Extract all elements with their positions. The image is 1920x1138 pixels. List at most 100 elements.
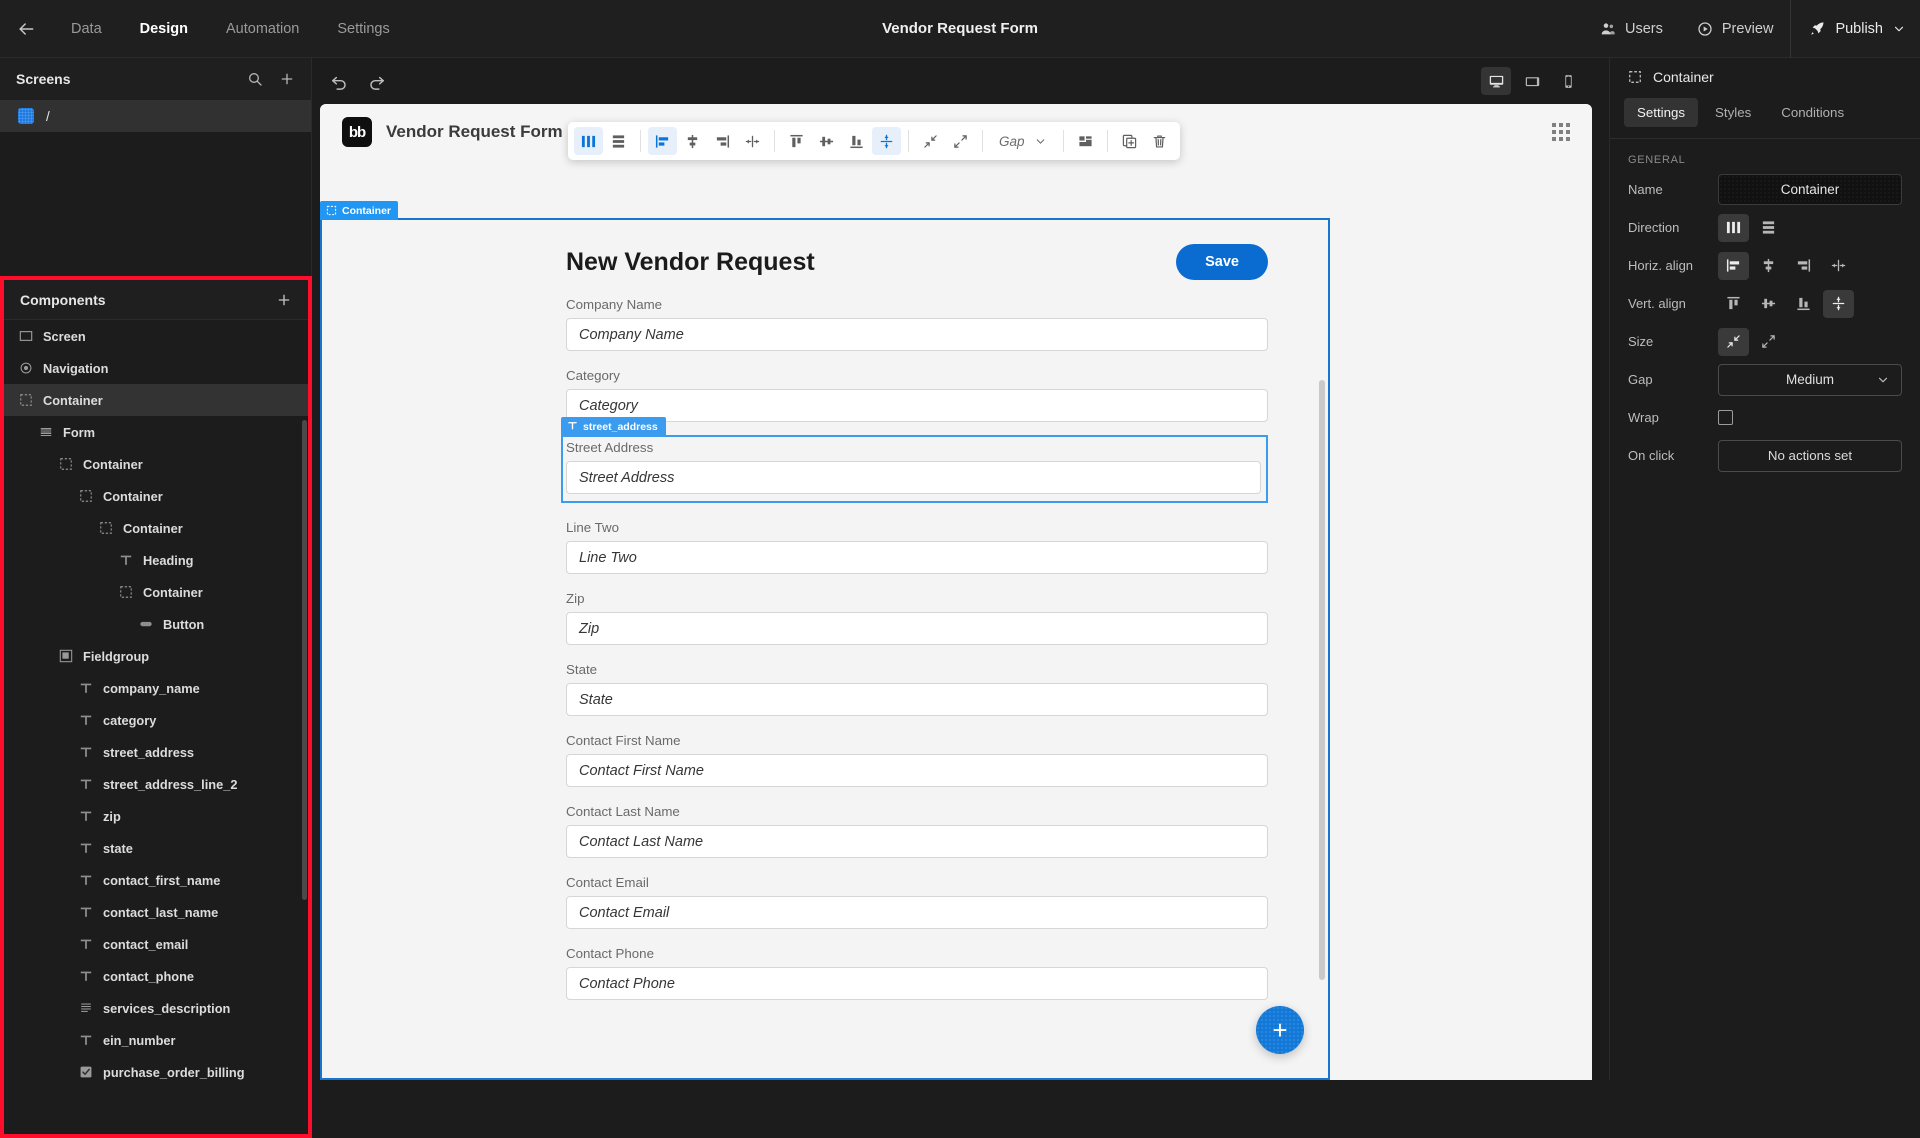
gap-select[interactable]: Medium xyxy=(1718,364,1902,396)
tree-item-navigation-1[interactable]: Navigation xyxy=(4,352,308,384)
align-middle-icon[interactable] xyxy=(1753,290,1784,318)
tree-item-container-5[interactable]: Container xyxy=(4,480,308,512)
desktop-icon[interactable] xyxy=(1481,67,1511,95)
field-input[interactable]: Zip xyxy=(566,612,1268,645)
nav-tab-design[interactable]: Design xyxy=(121,0,207,58)
screen-item-root[interactable]: / xyxy=(0,100,311,132)
align-left-icon[interactable] xyxy=(1718,252,1749,280)
users-button[interactable]: Users xyxy=(1583,0,1680,58)
nav-tab-settings[interactable]: Settings xyxy=(318,0,408,58)
tree-item-ein-number-22[interactable]: ein_number xyxy=(4,1024,308,1056)
tree-item-category-12[interactable]: category xyxy=(4,704,308,736)
tree-item-street-address-line-2-14[interactable]: street_address_line_2 xyxy=(4,768,308,800)
add-component-fab[interactable]: + xyxy=(1256,1006,1304,1054)
onclick-action-button[interactable]: No actions set xyxy=(1718,440,1902,472)
align-middle-icon[interactable] xyxy=(812,127,841,155)
trash-icon[interactable] xyxy=(1145,127,1174,155)
field-input[interactable]: Street Address xyxy=(566,461,1261,494)
tree-item-services-description-21[interactable]: services_description xyxy=(4,992,308,1024)
tree-item-fieldgroup-10[interactable]: Fieldgroup xyxy=(4,640,308,672)
redo-icon[interactable] xyxy=(367,72,386,91)
search-icon[interactable] xyxy=(247,71,263,87)
align-top-icon[interactable] xyxy=(782,127,811,155)
distribute-vertical-icon[interactable] xyxy=(872,127,901,155)
distribute-horizontal-icon[interactable] xyxy=(738,127,767,155)
form-scrollbar[interactable] xyxy=(1319,380,1325,980)
gap-dropdown[interactable]: Gap xyxy=(990,127,1056,155)
form-field-contact-phone[interactable]: Contact PhoneContact Phone xyxy=(566,946,1268,1000)
tablet-icon[interactable] xyxy=(1517,67,1547,95)
align-right-icon[interactable] xyxy=(708,127,737,155)
tree-item-button-9[interactable]: Button xyxy=(4,608,308,640)
form-field-contact-first-name[interactable]: Contact First NameContact First Name xyxy=(566,733,1268,787)
tree-item-heading-7[interactable]: Heading xyxy=(4,544,308,576)
tree-item-contact-phone-20[interactable]: contact_phone xyxy=(4,960,308,992)
direction-horizontal-icon[interactable] xyxy=(574,127,603,155)
app-grid-icon[interactable] xyxy=(1552,123,1570,141)
direction-vertical-icon[interactable] xyxy=(1753,214,1784,242)
undo-icon[interactable] xyxy=(330,72,349,91)
preview-button[interactable]: Preview xyxy=(1680,0,1791,58)
shrink-icon[interactable] xyxy=(1718,328,1749,356)
form-field-state[interactable]: StateState xyxy=(566,662,1268,716)
field-input[interactable]: Line Two xyxy=(566,541,1268,574)
duplicate-icon[interactable] xyxy=(1115,127,1144,155)
align-bottom-icon[interactable] xyxy=(1788,290,1819,318)
direction-vertical-icon[interactable] xyxy=(604,127,633,155)
align-left-icon[interactable] xyxy=(648,127,677,155)
back-arrow-icon[interactable] xyxy=(0,0,52,58)
tree-item-zip-15[interactable]: zip xyxy=(4,800,308,832)
align-right-icon[interactable] xyxy=(1788,252,1819,280)
tree-item-container-4[interactable]: Container xyxy=(4,448,308,480)
grow-icon[interactable] xyxy=(1753,328,1784,356)
save-button[interactable]: Save xyxy=(1176,244,1268,280)
form-field-contact-last-name[interactable]: Contact Last NameContact Last Name xyxy=(566,804,1268,858)
form-field-street-address[interactable]: street_addressStreet AddressStreet Addre… xyxy=(561,435,1268,503)
tree-item-state-16[interactable]: state xyxy=(4,832,308,864)
tab-styles[interactable]: Styles xyxy=(1702,98,1764,127)
field-input[interactable]: Contact Phone xyxy=(566,967,1268,1000)
tree-item-street-address-13[interactable]: street_address xyxy=(4,736,308,768)
tree-item-purchase-order-billing-23[interactable]: purchase_order_billing xyxy=(4,1056,308,1088)
mobile-icon[interactable] xyxy=(1553,67,1583,95)
tree-item-contact-first-name-17[interactable]: contact_first_name xyxy=(4,864,308,896)
form-field-company-name[interactable]: Company NameCompany Name xyxy=(566,297,1268,351)
tree-item-form-3[interactable]: Form xyxy=(4,416,308,448)
nav-tab-data[interactable]: Data xyxy=(52,0,121,58)
add-component-icon[interactable] xyxy=(276,292,292,308)
field-input[interactable]: Contact Email xyxy=(566,896,1268,929)
wrap-checkbox[interactable] xyxy=(1718,410,1733,425)
tree-scrollbar[interactable] xyxy=(302,420,307,900)
tree-item-screen-0[interactable]: Screen xyxy=(4,320,308,352)
form-field-line-two[interactable]: Line TwoLine Two xyxy=(566,520,1268,574)
form-field-category[interactable]: CategoryCategory xyxy=(566,368,1268,422)
field-input[interactable]: Category xyxy=(566,389,1268,422)
tree-item-container-2[interactable]: Container xyxy=(4,384,308,416)
tab-conditions[interactable]: Conditions xyxy=(1768,98,1857,127)
layout-icon[interactable] xyxy=(1071,127,1100,155)
distribute-vertical-icon[interactable] xyxy=(1823,290,1854,318)
align-top-icon[interactable] xyxy=(1718,290,1749,318)
name-input[interactable]: Container xyxy=(1718,174,1902,205)
tree-item-container-6[interactable]: Container xyxy=(4,512,308,544)
field-input[interactable]: Contact First Name xyxy=(566,754,1268,787)
tree-item-contact-email-19[interactable]: contact_email xyxy=(4,928,308,960)
field-input[interactable]: State xyxy=(566,683,1268,716)
align-bottom-icon[interactable] xyxy=(842,127,871,155)
tree-item-company-name-11[interactable]: company_name xyxy=(4,672,308,704)
tree-item-contact-last-name-18[interactable]: contact_last_name xyxy=(4,896,308,928)
tree-item-container-8[interactable]: Container xyxy=(4,576,308,608)
direction-horizontal-icon[interactable] xyxy=(1718,214,1749,242)
publish-button[interactable]: Publish xyxy=(1790,0,1920,58)
add-screen-icon[interactable] xyxy=(279,71,295,87)
field-input[interactable]: Contact Last Name xyxy=(566,825,1268,858)
form-field-contact-email[interactable]: Contact EmailContact Email xyxy=(566,875,1268,929)
field-input[interactable]: Company Name xyxy=(566,318,1268,351)
grow-icon[interactable] xyxy=(946,127,975,155)
form-field-zip[interactable]: ZipZip xyxy=(566,591,1268,645)
align-center-horizontal-icon[interactable] xyxy=(678,127,707,155)
selected-container[interactable]: Container New Vendor Request Save Compan… xyxy=(320,218,1330,1080)
shrink-icon[interactable] xyxy=(916,127,945,155)
distribute-horizontal-icon[interactable] xyxy=(1823,252,1854,280)
tab-settings[interactable]: Settings xyxy=(1624,98,1698,127)
